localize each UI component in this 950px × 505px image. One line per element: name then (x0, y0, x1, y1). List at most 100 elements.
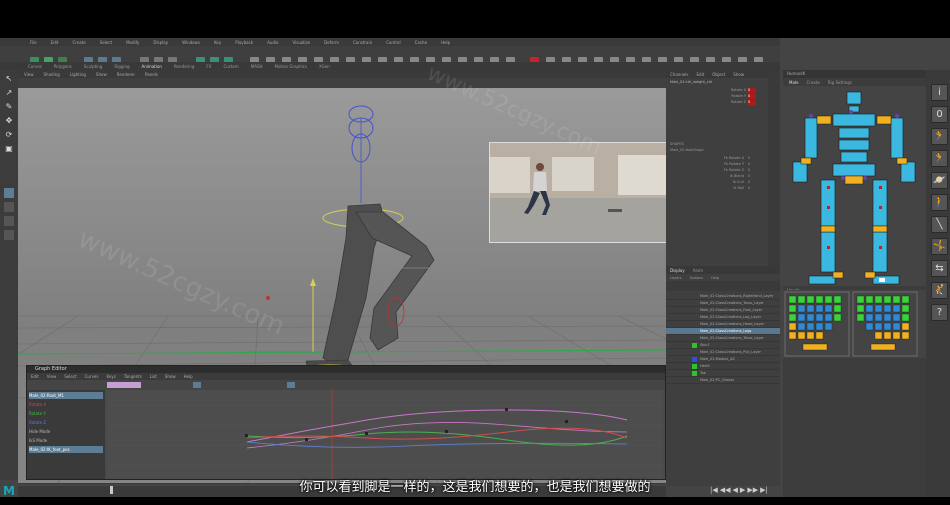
graph-tool-icon[interactable] (193, 382, 201, 388)
zero-key-icon[interactable]: 0 (931, 106, 948, 123)
viewport-menu-item[interactable]: Lighting (70, 72, 86, 77)
channel-tab[interactable]: Edit (697, 72, 705, 77)
persp-graph-icon[interactable] (4, 216, 14, 226)
humanik-tab[interactable]: Create (806, 80, 819, 85)
four-view-icon[interactable] (4, 202, 14, 212)
shelf-tab[interactable]: Rigging (114, 64, 129, 69)
shelf-tab[interactable]: Rendering (174, 64, 194, 69)
shape-attr-value[interactable]: 0 (748, 162, 768, 167)
menu-item[interactable]: Deform (324, 40, 339, 45)
layer-menu-item[interactable]: Layers (670, 276, 682, 280)
shape-attr-name[interactable]: Fk Rotate Y (696, 162, 744, 167)
menu-item[interactable]: Control (386, 40, 400, 45)
shape-attr-value[interactable]: 0 (748, 186, 768, 191)
shape-attr-value[interactable]: 0 (748, 168, 768, 173)
menu-item[interactable]: Windows (182, 40, 200, 45)
pose-mirror-icon[interactable]: ⇆ (931, 260, 948, 277)
humanik-hands-svg[interactable] (783, 290, 926, 358)
menu-item[interactable]: Help (441, 40, 450, 45)
menu-item[interactable]: Visualize (292, 40, 310, 45)
graph-menu-item[interactable]: View (47, 374, 57, 379)
channel-attr-name[interactable]: Rotate X (716, 88, 746, 93)
channel-tab[interactable]: Channels (670, 72, 689, 77)
graph-menu-item[interactable]: Tangents (124, 374, 142, 379)
channel-attr-name[interactable]: Rotate Y (716, 94, 746, 99)
menu-item[interactable]: Cache (415, 40, 427, 45)
graph-outliner-row[interactable]: Male_02:Root_M1 (29, 392, 103, 399)
graph-outliner-row[interactable]: Rotate X (29, 401, 103, 408)
shape-attr-name[interactable]: Ik Curl (696, 180, 744, 185)
paint-select-icon[interactable]: ✎ (4, 102, 14, 112)
channel-tab[interactable]: Show (733, 72, 744, 77)
shelf-tab[interactable]: XGen (319, 64, 330, 69)
select-tool-icon[interactable]: ↖ (4, 74, 14, 84)
layer-tab-display[interactable]: Display (670, 268, 685, 273)
channel-tab[interactable]: Object (712, 72, 725, 77)
shape-attr-name[interactable]: Ik Roll (696, 186, 744, 191)
menu-item[interactable]: Audio (267, 40, 278, 45)
shelf-tab[interactable]: FX (206, 64, 211, 69)
help-icon[interactable]: ? (931, 304, 948, 321)
shelf-tab[interactable]: Curves (28, 64, 42, 69)
rotate-tool-icon[interactable]: ⟳ (4, 130, 14, 140)
menu-item[interactable]: Select (100, 40, 112, 45)
shape-node-name[interactable]: Male_02:footShape (670, 148, 748, 153)
channel-attr-value[interactable]: 0 (748, 88, 756, 93)
body-part-icon[interactable]: 🏃 (931, 150, 948, 167)
shelf-tab[interactable]: Motion Graphics (275, 64, 308, 69)
shelf-tab[interactable]: Custom (223, 64, 238, 69)
reach-icon[interactable]: 🤸 (931, 238, 948, 255)
viewport-menu-item[interactable]: View (24, 72, 34, 77)
shape-attr-value[interactable]: 0 (748, 174, 768, 179)
channel-attr-value[interactable]: 0 (748, 94, 756, 99)
menu-item[interactable]: Playback (235, 40, 253, 45)
shape-attr-value[interactable]: 0 (748, 156, 768, 161)
channel-attr-name[interactable]: Rotate Z (716, 100, 746, 105)
graph-editor-title[interactable]: Graph Editor (27, 366, 665, 373)
walk-pose-icon[interactable]: 🚶 (931, 194, 948, 211)
ik-pinning-icon[interactable]: 🪐 (931, 172, 948, 189)
shape-attr-name[interactable]: Ik Blend (696, 174, 744, 179)
graph-outliner-row[interactable]: Rotate Y (29, 410, 103, 417)
stance-pose-icon[interactable]: 🤾 (931, 282, 948, 299)
viewport-menu-item[interactable]: Shading (44, 72, 60, 77)
graph-filter-field[interactable] (107, 382, 141, 388)
graph-outliner-row[interactable]: Rotate Z (29, 419, 103, 426)
viewport-menu-item[interactable]: Show (96, 72, 107, 77)
shelf-tab-active[interactable]: Animation (142, 64, 162, 69)
graph-outliner-row[interactable]: IkS Mode (29, 437, 103, 444)
move-tool-icon[interactable]: ✥ (4, 116, 14, 126)
outliner-view-icon[interactable] (4, 230, 14, 240)
full-body-icon[interactable]: 🏃 (931, 128, 948, 145)
graph-outliner-row[interactable]: Male_02:IK_foot_pos (29, 446, 103, 453)
menu-item[interactable]: File (30, 40, 37, 45)
channel-attr-value[interactable]: 0 (748, 100, 756, 105)
menu-item[interactable]: Create (72, 40, 85, 45)
single-view-icon[interactable] (4, 188, 14, 198)
lasso-tool-icon[interactable]: ↗ (4, 88, 14, 98)
humanik-character-field[interactable]: Male (789, 80, 798, 85)
layer-tab-anim[interactable]: Anim (693, 268, 703, 273)
humanik-figure-svg[interactable] (783, 86, 926, 286)
shape-attr-value[interactable]: 0 (748, 180, 768, 185)
graph-menu-item[interactable]: Edit (31, 374, 39, 379)
shelf-tab[interactable]: MASH (251, 64, 263, 69)
joint-select-icon[interactable]: ╲ (931, 216, 948, 233)
shape-attr-name[interactable]: Fk Rotate X (696, 156, 744, 161)
shelf-tab[interactable]: Sculpting (84, 64, 103, 69)
graph-menu-item[interactable]: Help (184, 374, 193, 379)
graph-tool-icon[interactable] (287, 382, 295, 388)
graph-menu-item[interactable]: Show (165, 374, 176, 379)
curve-pink-2[interactable] (246, 422, 628, 449)
graph-menu-item[interactable]: Select (64, 374, 76, 379)
graph-menu-item[interactable]: Curves (85, 374, 99, 379)
manip-y-arrow[interactable] (310, 278, 316, 286)
viewport-menu-item[interactable]: Panels (145, 72, 158, 77)
layer-menu-item[interactable]: Help (711, 276, 719, 280)
locator[interactable] (266, 296, 270, 300)
humanik-tab[interactable]: Rig Settings (828, 80, 852, 85)
viewport-menu-item[interactable]: Renderer (117, 72, 135, 77)
menu-item[interactable]: Display (153, 40, 168, 45)
menu-item[interactable]: Key (214, 40, 221, 45)
menu-item[interactable]: Edit (51, 40, 59, 45)
